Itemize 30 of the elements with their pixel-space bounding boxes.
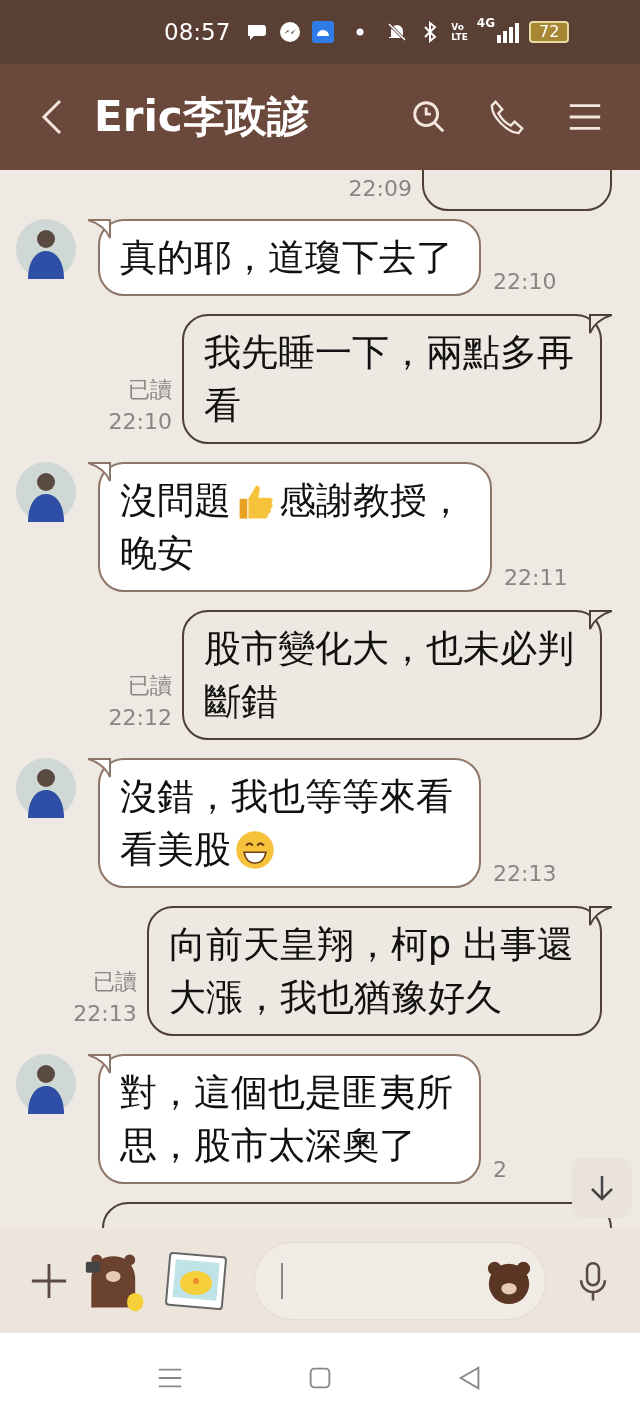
message-text: 感謝教授， <box>279 478 464 524</box>
message-time: 22:10 <box>493 269 557 294</box>
battery-indicator: 72 <box>529 21 570 43</box>
message-time: 22:09 <box>348 175 412 203</box>
message-time: 22:13 <box>73 1000 137 1028</box>
message-text: 思，股市太深奧了 <box>120 1123 416 1169</box>
message-text: 真的耶，道瓊下去了 <box>120 235 453 281</box>
message-time: 22:10 <box>108 408 172 436</box>
message-time: 2 <box>493 1157 507 1182</box>
message-text: 斷錯 <box>204 679 278 725</box>
message-text: 大漲，我也猶豫好久 <box>168 975 502 1021</box>
contact-name: Eric李政諺 <box>94 91 310 143</box>
message-time: 22:12 <box>108 704 172 732</box>
message-text: 看美股 <box>120 827 231 873</box>
message-text: 晚安 <box>120 531 194 577</box>
message-text: 沒錯，我也等等來看 <box>120 774 453 820</box>
message-time: 22:13 <box>493 861 557 886</box>
message-text: 向前天皇翔，柯p 出事還 <box>168 922 574 968</box>
message-text: 對，這個也是匪夷所 <box>120 1070 453 1116</box>
read-receipt: 已讀 <box>92 968 137 996</box>
message-text: 股市變化大，也未必判 <box>204 626 574 672</box>
message-text: 看 <box>204 383 241 429</box>
message-text: 我先睡一下，兩點多再 <box>204 330 574 376</box>
read-receipt: 已讀 <box>128 376 172 404</box>
read-receipt: 已讀 <box>128 672 172 700</box>
message-text: 沒問題 <box>120 478 231 524</box>
message-time: 22:11 <box>504 565 568 590</box>
volte-indicator: Vo LTE <box>451 22 468 42</box>
network-type: 4G <box>476 16 496 30</box>
status-time: 08:57 <box>164 19 231 45</box>
